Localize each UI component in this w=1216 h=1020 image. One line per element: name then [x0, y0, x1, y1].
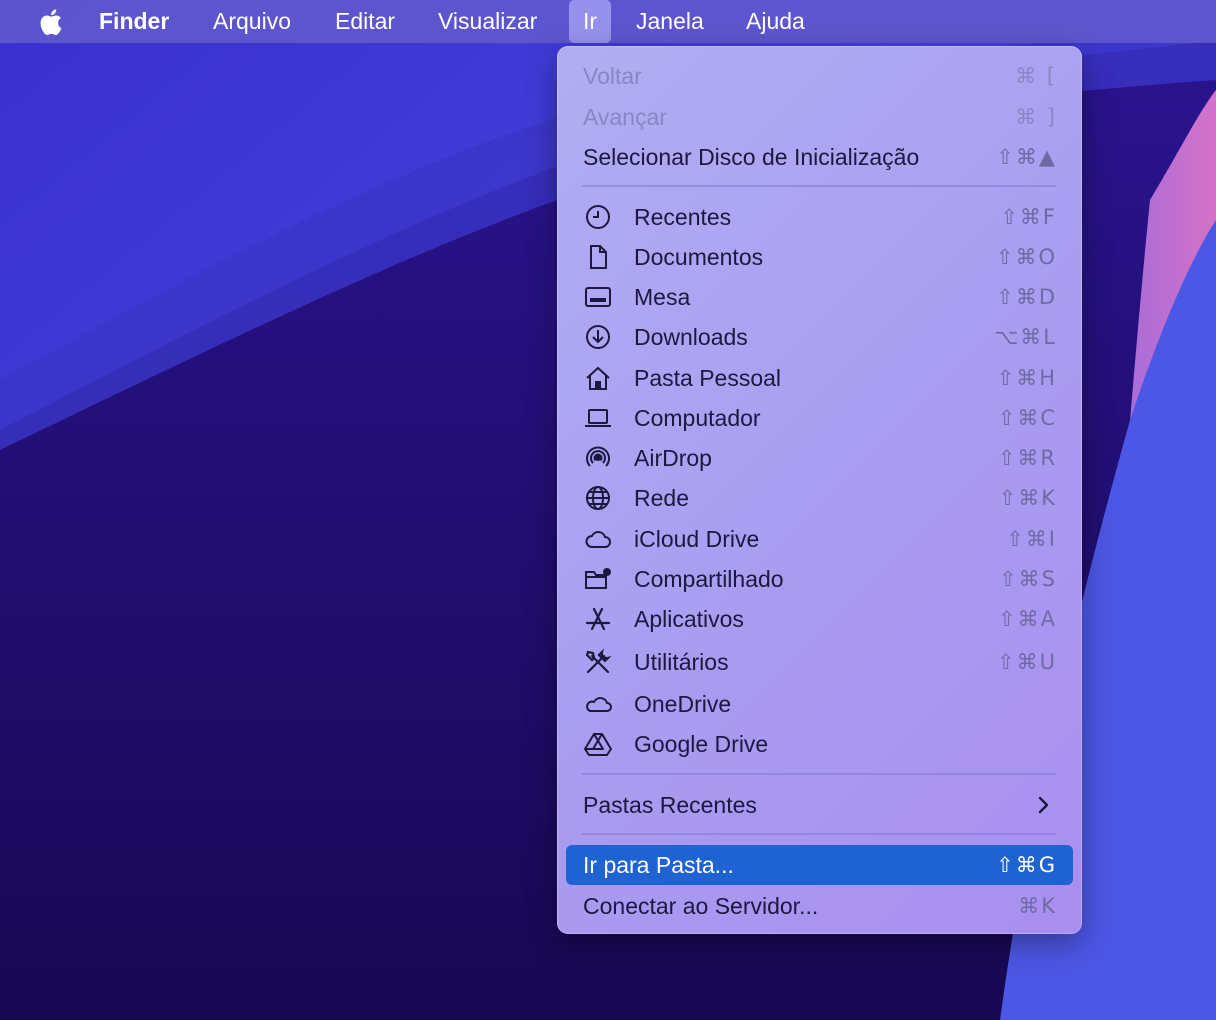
menu-separator — [582, 833, 1056, 835]
chevron-right-icon — [1038, 796, 1049, 814]
globe-icon — [584, 484, 612, 512]
menu-item-rede[interactable]: Rede ⇧⌘K — [566, 478, 1073, 518]
menu-item-label: Compartilhado — [634, 566, 784, 592]
menu-item-airdrop[interactable]: AirDrop ⇧⌘R — [566, 438, 1073, 478]
menu-item-label: Ir para Pasta... — [583, 852, 734, 878]
clock-icon — [584, 203, 612, 231]
airdrop-icon — [584, 444, 612, 472]
menu-item-shortcut: ⇧⌘C — [997, 406, 1057, 430]
menu-item-label: Utilitários — [634, 649, 729, 675]
home-icon — [584, 364, 612, 392]
menubar-arquivo[interactable]: Arquivo — [213, 0, 291, 43]
menubar-editar[interactable]: Editar — [335, 0, 395, 43]
menu-item-label: iCloud Drive — [634, 526, 760, 552]
menubar-janela[interactable]: Janela — [636, 0, 704, 43]
menu-separator — [582, 185, 1056, 187]
menu-item-label: Conectar ao Servidor... — [583, 893, 819, 919]
menu-item-google-drive[interactable]: Google Drive — [566, 724, 1073, 764]
menu-item-selecionar-disco[interactable]: Selecionar Disco de Inicialização ⇧⌘▲ — [566, 137, 1073, 177]
laptop-icon — [584, 404, 612, 432]
menu-item-recentes[interactable]: Recentes ⇧⌘F — [566, 197, 1073, 237]
menu-item-icloud-drive[interactable]: iCloud Drive ⇧⌘I — [566, 519, 1073, 559]
menu-item-shortcut: ⇧⌘▲ — [996, 145, 1057, 169]
menu-item-shortcut: ⇧⌘U — [997, 650, 1057, 674]
menu-item-label: Voltar — [583, 63, 642, 89]
menu-item-shortcut: ⇧⌘F — [1000, 205, 1057, 229]
apple-logo-icon[interactable] — [36, 7, 64, 37]
cloud-icon — [584, 525, 612, 553]
menu-item-label: Recentes — [634, 204, 732, 230]
menu-item-pastas-recentes[interactable]: Pastas Recentes — [566, 785, 1073, 825]
menu-item-shortcut: ⇧⌘A — [998, 607, 1057, 631]
menu-item-label: Google Drive — [634, 731, 769, 757]
cloud-icon — [584, 690, 612, 718]
menu-item-documentos[interactable]: Documentos ⇧⌘O — [566, 237, 1073, 277]
download-icon — [584, 323, 612, 351]
menu-item-pasta-pessoal[interactable]: Pasta Pessoal ⇧⌘H — [566, 358, 1073, 398]
menu-item-label: Downloads — [634, 324, 748, 350]
go-menu-dropdown: Voltar ⌘ [ Avançar ⌘ ] Selecionar Disco … — [557, 46, 1082, 934]
menu-bar: Finder Arquivo Editar Visualizar Ir Jane… — [0, 0, 1216, 43]
menu-item-label: OneDrive — [634, 691, 732, 717]
menu-item-label: Rede — [634, 485, 689, 511]
menu-item-avancar: Avançar ⌘ ] — [566, 97, 1073, 137]
menu-item-shortcut: ⌘ [ — [1015, 64, 1057, 88]
menu-item-conectar-servidor[interactable]: Conectar ao Servidor... ⌘K — [566, 886, 1073, 926]
menu-item-ir-para-pasta[interactable]: Ir para Pasta... ⇧⌘G — [566, 845, 1073, 885]
menu-item-label: Pasta Pessoal — [634, 365, 782, 391]
menu-item-label: Mesa — [634, 284, 691, 310]
shared-folder-icon — [584, 565, 612, 593]
app-store-icon — [584, 605, 612, 633]
tools-icon — [584, 648, 612, 676]
menu-item-shortcut: ⇧⌘S — [999, 567, 1057, 591]
menu-item-aplicativos[interactable]: Aplicativos ⇧⌘A — [566, 599, 1073, 639]
menubar-finder[interactable]: Finder — [99, 0, 169, 43]
menu-item-mesa[interactable]: Mesa ⇧⌘D — [566, 277, 1073, 317]
menu-item-utilitarios[interactable]: Utilitários ⇧⌘U — [566, 642, 1073, 682]
desktop-icon — [584, 283, 612, 311]
menu-item-shortcut: ⇧⌘G — [996, 853, 1057, 877]
menubar-ajuda[interactable]: Ajuda — [746, 0, 805, 43]
menu-item-shortcut: ⇧⌘H — [996, 366, 1057, 390]
menu-item-compartilhado[interactable]: Compartilhado ⇧⌘S — [566, 559, 1073, 599]
menu-item-label: Computador — [634, 405, 761, 431]
menu-item-label: Selecionar Disco de Inicialização — [583, 144, 920, 170]
menu-item-shortcut: ⌘ ] — [1015, 105, 1057, 129]
menu-item-shortcut: ⇧⌘R — [997, 446, 1057, 470]
menu-item-label: Avançar — [583, 104, 667, 130]
menubar-visualizar[interactable]: Visualizar — [438, 0, 537, 43]
menu-item-label: Aplicativos — [634, 606, 744, 632]
menu-item-shortcut: ⇧⌘O — [995, 245, 1057, 269]
menu-item-label: Documentos — [634, 244, 764, 270]
google-drive-icon — [584, 730, 612, 758]
menu-item-onedrive[interactable]: OneDrive — [566, 684, 1073, 724]
menu-item-shortcut: ⇧⌘I — [1006, 527, 1057, 551]
menu-item-shortcut: ⇧⌘D — [996, 285, 1057, 309]
menu-item-computador[interactable]: Computador ⇧⌘C — [566, 398, 1073, 438]
menu-item-shortcut: ⌥⌘L — [994, 325, 1057, 349]
menu-item-label: Pastas Recentes — [583, 792, 757, 818]
document-icon — [584, 243, 612, 271]
menu-item-label: AirDrop — [634, 445, 712, 471]
menu-item-downloads[interactable]: Downloads ⌥⌘L — [566, 317, 1073, 357]
menubar-ir[interactable]: Ir — [569, 0, 612, 43]
menu-item-voltar: Voltar ⌘ [ — [566, 56, 1073, 96]
menu-item-shortcut: ⇧⌘K — [998, 486, 1057, 510]
menu-separator — [582, 773, 1056, 775]
menu-item-shortcut: ⌘K — [1018, 894, 1057, 918]
